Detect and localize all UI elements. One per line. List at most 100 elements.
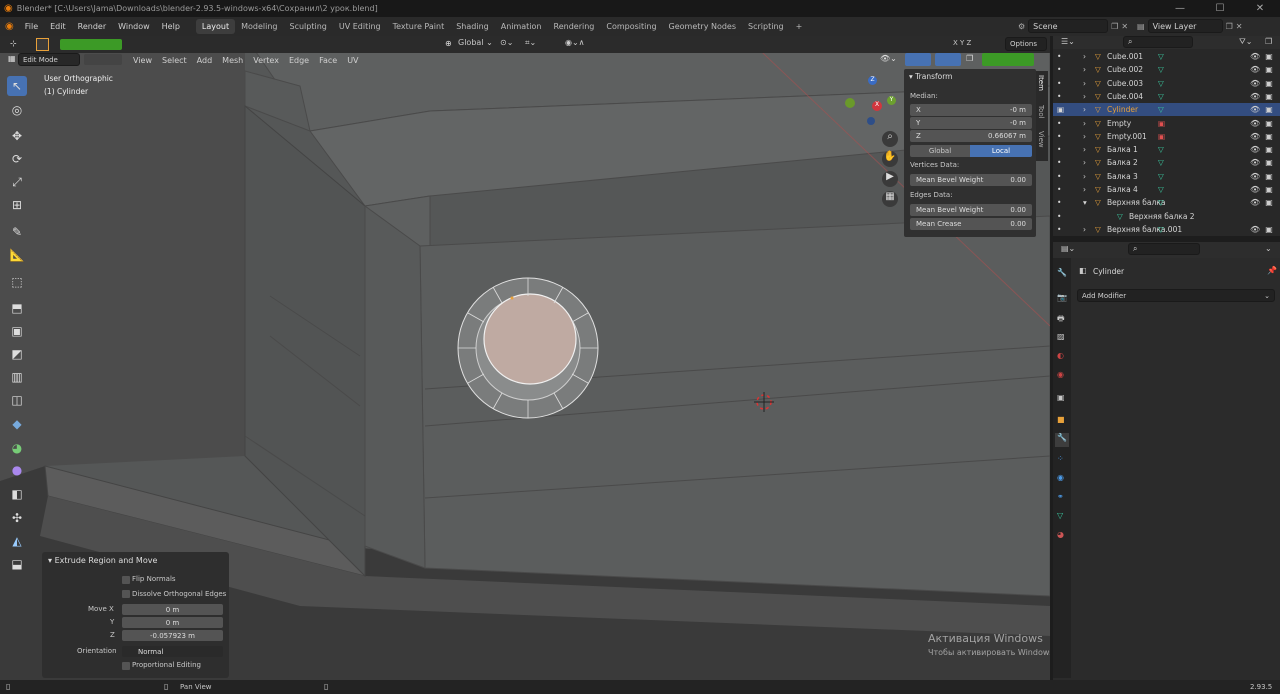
expand-chevron-icon[interactable]: › (1083, 92, 1086, 101)
move-y-field[interactable]: 0 m (122, 617, 223, 628)
properties-editor-icon[interactable]: ▤⌄ (1061, 244, 1075, 253)
expand-chevron-icon[interactable]: › (1083, 172, 1086, 181)
exclude-toggle-icon[interactable]: • (1057, 172, 1061, 181)
editor-type-icon[interactable]: ▦ (8, 54, 16, 63)
menu-face[interactable]: Face (314, 53, 342, 67)
move-x-field[interactable]: 0 m (122, 604, 223, 615)
outliner-row[interactable]: • › ▽ Cube.003 ▽ 👁 ▣ (1053, 77, 1280, 90)
tab-view[interactable]: View (1037, 131, 1045, 148)
select-mode-buttons[interactable] (60, 39, 122, 50)
outliner-row[interactable]: • › ▽ Empty.001 ▣ 👁 ▣ (1053, 130, 1280, 143)
expand-chevron-icon[interactable]: › (1083, 185, 1086, 194)
visibility-eye-icon[interactable]: 👁 (1250, 79, 1260, 88)
mirror-axes[interactable]: X Y Z (953, 39, 971, 47)
knife-tool-icon[interactable]: ◫ (7, 390, 27, 410)
gizmo-x-axis[interactable]: X (872, 101, 882, 111)
outliner-row[interactable]: • › ▽ Empty ▣ 👁 ▣ (1053, 117, 1280, 130)
workspace-tab-scripting[interactable]: Scripting (742, 19, 790, 34)
median-y-field[interactable]: Y -0 m (910, 117, 1032, 129)
expand-chevron-icon[interactable]: › (1083, 79, 1086, 88)
exclude-toggle-icon[interactable]: • (1057, 225, 1061, 234)
expand-chevron-icon[interactable]: › (1083, 65, 1086, 74)
collection-tab-icon[interactable]: ▣ (1057, 393, 1065, 402)
render-camera-icon[interactable]: ▣ (1264, 225, 1274, 234)
minimize-button[interactable]: — (1160, 0, 1200, 17)
outliner-editor-icon[interactable]: ☰⌄ (1061, 37, 1075, 46)
transform-header[interactable]: ▾ Transform (909, 72, 952, 81)
gizmo-neg-y-axis[interactable] (845, 98, 855, 108)
global-toggle[interactable]: Global (910, 145, 970, 157)
proportional-icon[interactable]: ◉⌄∧ (565, 38, 585, 47)
xray-icon[interactable]: ❐ (966, 54, 973, 63)
visibility-eye-icon[interactable]: 👁 (1250, 119, 1260, 128)
tool-menu-icon[interactable]: ⊹ (10, 39, 17, 48)
properties-options-icon[interactable]: ⌄ (1265, 244, 1272, 253)
median-x-field[interactable]: X -0 m (910, 104, 1032, 116)
world-tab-icon[interactable]: ◉ (1057, 370, 1064, 379)
expand-chevron-icon[interactable]: › (1083, 225, 1086, 234)
rotate-tool-icon[interactable]: ⟳ (7, 149, 27, 169)
expand-chevron-icon[interactable]: › (1083, 105, 1086, 114)
workspace-tab-layout[interactable]: Layout (195, 19, 236, 34)
visibility-eye-icon[interactable]: 👁 (1250, 172, 1260, 181)
render-camera-icon[interactable]: ▣ (1264, 92, 1274, 101)
expand-chevron-icon[interactable]: ▾ (1083, 198, 1087, 207)
physics-tab-icon[interactable]: ◉ (1057, 473, 1064, 482)
edge-bevel-weight-field[interactable]: Mean Bevel Weight 0.00 (910, 204, 1032, 216)
view-layer-tab-icon[interactable]: ▨ (1057, 332, 1065, 341)
exclude-toggle-icon[interactable]: • (1057, 65, 1061, 74)
menu-file[interactable]: File (19, 17, 44, 36)
render-camera-icon[interactable]: ▣ (1264, 198, 1274, 207)
view-layer-selector[interactable]: View Layer (1147, 19, 1223, 33)
render-camera-icon[interactable]: ▣ (1264, 79, 1274, 88)
material-tab-icon[interactable]: ◕ (1057, 530, 1064, 539)
exclude-toggle-icon[interactable]: • (1057, 185, 1061, 194)
smooth-tool-icon[interactable]: ● (7, 460, 27, 480)
operator-panel-header[interactable]: ▾ Extrude Region and Move (48, 556, 157, 565)
menu-vertex[interactable]: Vertex (248, 53, 284, 67)
render-camera-icon[interactable]: ▣ (1264, 185, 1274, 194)
constraints-tab-icon[interactable]: ⚭ (1057, 492, 1064, 501)
add-modifier-dropdown[interactable]: Add Modifier ⌄ (1077, 289, 1275, 302)
add-workspace-button[interactable]: + (790, 19, 809, 34)
loop-cut-tool-icon[interactable]: ▥ (7, 367, 27, 387)
view-layer-remove-icon[interactable]: ✕ (1236, 22, 1243, 31)
mode-selector[interactable]: Edit Mode (18, 53, 80, 66)
proportional-checkbox[interactable] (122, 662, 130, 670)
exclude-toggle-icon[interactable]: • (1057, 158, 1061, 167)
outliner-row[interactable]: • › ▽ Балка 1 ▽ 👁 ▣ (1053, 143, 1280, 156)
visibility-eye-icon[interactable]: 👁 (1250, 52, 1260, 61)
gizmo-y-axis[interactable]: Y (887, 96, 896, 105)
particles-tab-icon[interactable]: ⁘ (1057, 454, 1064, 463)
gizmo-toggle[interactable] (905, 53, 931, 66)
flip-normals-checkbox[interactable] (122, 576, 130, 584)
exclude-toggle-icon[interactable]: ▣ (1057, 105, 1064, 114)
render-camera-icon[interactable]: ▣ (1264, 158, 1274, 167)
vertex-bevel-weight-field[interactable]: Mean Bevel Weight 0.00 (910, 174, 1032, 186)
properties-search-input[interactable]: ⌕ (1128, 243, 1200, 255)
view-layer-new-icon[interactable]: ❐ (1226, 22, 1233, 31)
inset-tool-icon[interactable]: ▣ (7, 321, 27, 341)
workspace-tab-modeling[interactable]: Modeling (235, 19, 283, 34)
outliner-row[interactable]: • › ▽ Верхняя балка.001 ▽ 👁 ▣ (1053, 223, 1280, 236)
workspace-tab-shading[interactable]: Shading (450, 19, 495, 34)
outliner-search-input[interactable]: ⌕ (1123, 36, 1193, 48)
expand-chevron-icon[interactable]: › (1083, 132, 1086, 141)
render-tab-icon[interactable]: 📷 (1057, 293, 1067, 302)
visibility-eye-icon[interactable]: 👁 (1250, 225, 1260, 234)
menu-select[interactable]: Select (157, 53, 192, 67)
menu-window[interactable]: Window (112, 17, 156, 36)
shear-tool-icon[interactable]: ◭ (7, 531, 27, 551)
outliner-row[interactable]: • › ▽ Cube.004 ▽ 👁 ▣ (1053, 90, 1280, 103)
mean-crease-field[interactable]: Mean Crease 0.00 (910, 218, 1032, 230)
expand-chevron-icon[interactable]: › (1083, 52, 1086, 61)
visibility-eye-icon[interactable]: 👁 (1250, 158, 1260, 167)
scene-remove-icon[interactable]: ✕ (1121, 22, 1128, 31)
move-tool-icon[interactable]: ✥ (7, 126, 27, 146)
3d-viewport[interactable]: ⊹ ⊕ Global ⌄ ⊙⌄ ⌗⌄ ◉⌄∧ X Y Z Options ▦ E… (0, 36, 1050, 680)
view-layer-icon[interactable]: ▤ (1137, 22, 1145, 31)
workspace-tab-animation[interactable]: Animation (495, 19, 548, 34)
visibility-eye-icon[interactable]: 👁 (1250, 132, 1260, 141)
render-camera-icon[interactable]: ▣ (1264, 145, 1274, 154)
exclude-toggle-icon[interactable]: • (1057, 92, 1061, 101)
